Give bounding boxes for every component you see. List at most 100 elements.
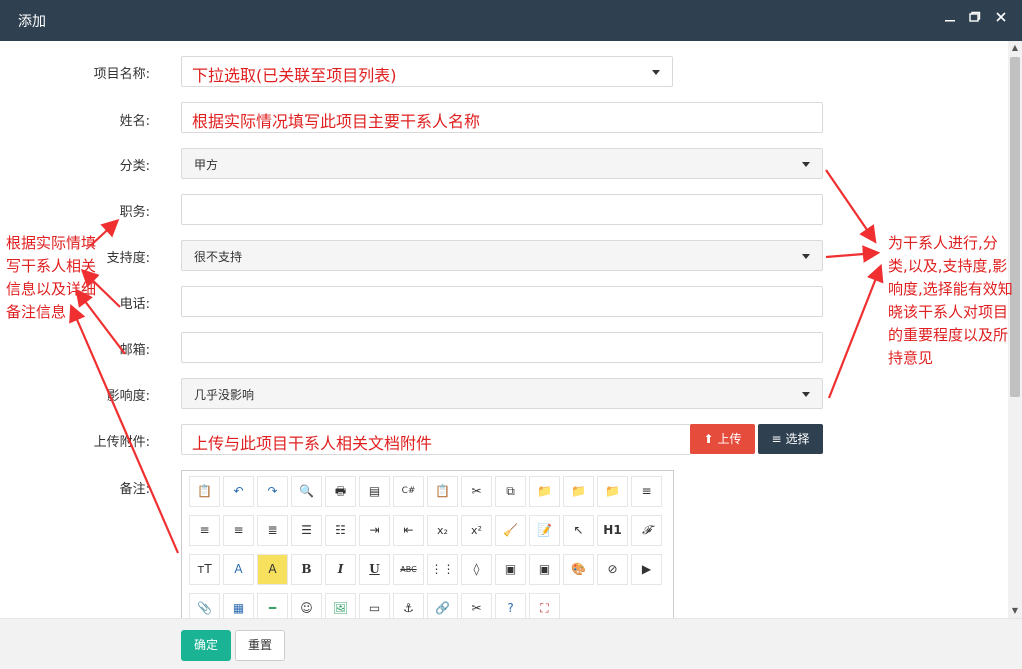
- support-value: 很不支持: [194, 250, 243, 264]
- select-label: 选择: [785, 432, 810, 446]
- multi-image-icon[interactable]: ▣: [529, 554, 560, 585]
- ordered-list-icon[interactable]: ☰: [291, 515, 322, 546]
- upload-label: 上传: [717, 432, 742, 446]
- project-name-value: 下拉选取(已关联至项目列表): [192, 66, 397, 85]
- italic-icon[interactable]: I: [325, 554, 356, 585]
- justify-icon[interactable]: ≣: [257, 515, 288, 546]
- select-file-button[interactable]: ≡ 选择: [758, 424, 823, 454]
- image-insert-icon[interactable]: ▣: [495, 554, 526, 585]
- indent-icon[interactable]: ⇥: [359, 515, 390, 546]
- font-family-icon[interactable]: 𝓕: [631, 515, 662, 546]
- left-annotation: 根据实际情填写干系人相关信息以及详细备注信息: [6, 234, 97, 321]
- support-select[interactable]: 很不支持: [181, 240, 823, 271]
- dialog-titlebar: 添加: [0, 0, 1022, 41]
- chevron-down-icon: [802, 162, 810, 167]
- list-icon: ≡: [771, 432, 782, 446]
- bold-icon[interactable]: B: [291, 554, 322, 585]
- line-height-icon[interactable]: ⋮⋮: [427, 554, 458, 585]
- align-right-icon[interactable]: ≡: [223, 515, 254, 546]
- paste-text-icon[interactable]: 📁: [563, 476, 594, 507]
- help-icon[interactable]: ?: [495, 593, 526, 618]
- unlink-icon[interactable]: ✂: [461, 593, 492, 618]
- category-value: 甲方: [194, 158, 219, 172]
- influence-value: 几乎没影响: [194, 388, 255, 402]
- dialog-footer: 确定 重置: [0, 618, 1022, 669]
- clear-format-icon[interactable]: 🧹: [495, 515, 526, 546]
- highlight-icon[interactable]: A: [257, 554, 288, 585]
- category-select[interactable]: 甲方: [181, 148, 823, 179]
- strikethrough-icon[interactable]: ABC: [393, 554, 424, 585]
- email-input[interactable]: [181, 332, 823, 363]
- image-icon[interactable]: 🖼: [325, 593, 356, 618]
- subscript-icon[interactable]: x₂: [427, 515, 458, 546]
- attachment-input[interactable]: 上传与此项目干系人相关文档附件: [181, 424, 691, 455]
- source-icon[interactable]: 📋: [189, 476, 220, 507]
- superscript-icon[interactable]: x²: [461, 515, 492, 546]
- underline-icon[interactable]: U: [359, 554, 390, 585]
- dialog-body: 项目名称: 下拉选取(已关联至项目列表) 姓名: 根据实际情况填写此项目主要干系…: [0, 41, 1022, 618]
- dialog-title: 添加: [18, 14, 46, 30]
- template-icon[interactable]: ▤: [359, 476, 390, 507]
- attachment-label: 上传附件:: [93, 435, 150, 450]
- minimize-icon[interactable]: [941, 10, 959, 28]
- paste-plain-icon[interactable]: 📁: [529, 476, 560, 507]
- link-icon[interactable]: 🔗: [427, 593, 458, 618]
- upload-icon: ⬆: [703, 432, 714, 446]
- rich-text-editor[interactable]: 📋 ↶ ↷ 🔍 🖶 ▤ C# 📋 ✂ ⧉ 📁 📁 📁 ≡ ≡ ≡ ≣ ☰ ☷ ⇥…: [181, 470, 674, 618]
- paste-word-icon[interactable]: 📁: [597, 476, 628, 507]
- fullscreen-icon[interactable]: ⛶: [529, 593, 560, 618]
- chevron-down-icon: [802, 392, 810, 397]
- horizontal-rule-icon[interactable]: ━: [257, 593, 288, 618]
- page-break-icon[interactable]: ▭: [359, 593, 390, 618]
- eraser-icon[interactable]: ◊: [461, 554, 492, 585]
- remarks-label: 备注:: [119, 482, 150, 497]
- project-name-label: 项目名称:: [93, 67, 150, 82]
- name-input[interactable]: 根据实际情况填写此项目主要干系人名称: [181, 102, 823, 133]
- influence-select[interactable]: 几乎没影响: [181, 378, 823, 409]
- pointer-icon[interactable]: ↖: [563, 515, 594, 546]
- scroll-up-icon[interactable]: ▲: [1008, 41, 1022, 55]
- chevron-down-icon: [802, 254, 810, 259]
- project-name-select[interactable]: 下拉选取(已关联至项目列表): [181, 56, 673, 87]
- smiley-icon[interactable]: ☺: [291, 593, 322, 618]
- copy-icon[interactable]: ⧉: [495, 476, 526, 507]
- attachment-icon[interactable]: 📎: [189, 593, 220, 618]
- undo-icon[interactable]: ↶: [223, 476, 254, 507]
- reset-button[interactable]: 重置: [235, 630, 285, 661]
- print-icon[interactable]: 🖶: [325, 476, 356, 507]
- align-center-icon[interactable]: ≡: [189, 515, 220, 546]
- name-label: 姓名:: [119, 114, 150, 129]
- right-annotation: 为干系人进行,分类,以及,支持度,影响度,选择能有效知晓该干系人对项目的重要程度…: [888, 234, 1013, 367]
- preview-icon[interactable]: 🔍: [291, 476, 322, 507]
- email-label: 邮箱:: [119, 343, 150, 358]
- font-size-icon[interactable]: тT: [189, 554, 220, 585]
- code-icon[interactable]: C#: [393, 476, 424, 507]
- font-color-icon[interactable]: A: [223, 554, 254, 585]
- ok-button[interactable]: 确定: [181, 630, 231, 661]
- upload-button[interactable]: ⬆ 上传: [690, 424, 755, 454]
- scroll-down-icon[interactable]: ▼: [1008, 604, 1022, 618]
- attachment-value: 上传与此项目干系人相关文档附件: [192, 434, 433, 453]
- align-left-icon[interactable]: ≡: [631, 476, 662, 507]
- name-value: 根据实际情况填写此项目主要干系人名称: [192, 112, 481, 131]
- paste-icon[interactable]: 📋: [427, 476, 458, 507]
- chevron-down-icon: [652, 70, 660, 75]
- flash-icon[interactable]: ⊘: [597, 554, 628, 585]
- table-icon[interactable]: ▦: [223, 593, 254, 618]
- position-label: 职务:: [119, 205, 150, 220]
- unordered-list-icon[interactable]: ☷: [325, 515, 356, 546]
- media-icon[interactable]: ▶: [631, 554, 662, 585]
- anchor-icon[interactable]: ⚓: [393, 593, 424, 618]
- close-icon[interactable]: [992, 10, 1010, 28]
- influence-label: 影响度:: [106, 389, 150, 404]
- position-input[interactable]: [181, 194, 823, 225]
- restore-icon[interactable]: [966, 10, 984, 28]
- cut-icon[interactable]: ✂: [461, 476, 492, 507]
- category-label: 分类:: [119, 159, 150, 174]
- phone-input[interactable]: [181, 286, 823, 317]
- emoticon-icon[interactable]: 🎨: [563, 554, 594, 585]
- redo-icon[interactable]: ↷: [257, 476, 288, 507]
- heading-icon[interactable]: H1: [597, 515, 628, 546]
- select-all-icon[interactable]: 📝: [529, 515, 560, 546]
- outdent-icon[interactable]: ⇤: [393, 515, 424, 546]
